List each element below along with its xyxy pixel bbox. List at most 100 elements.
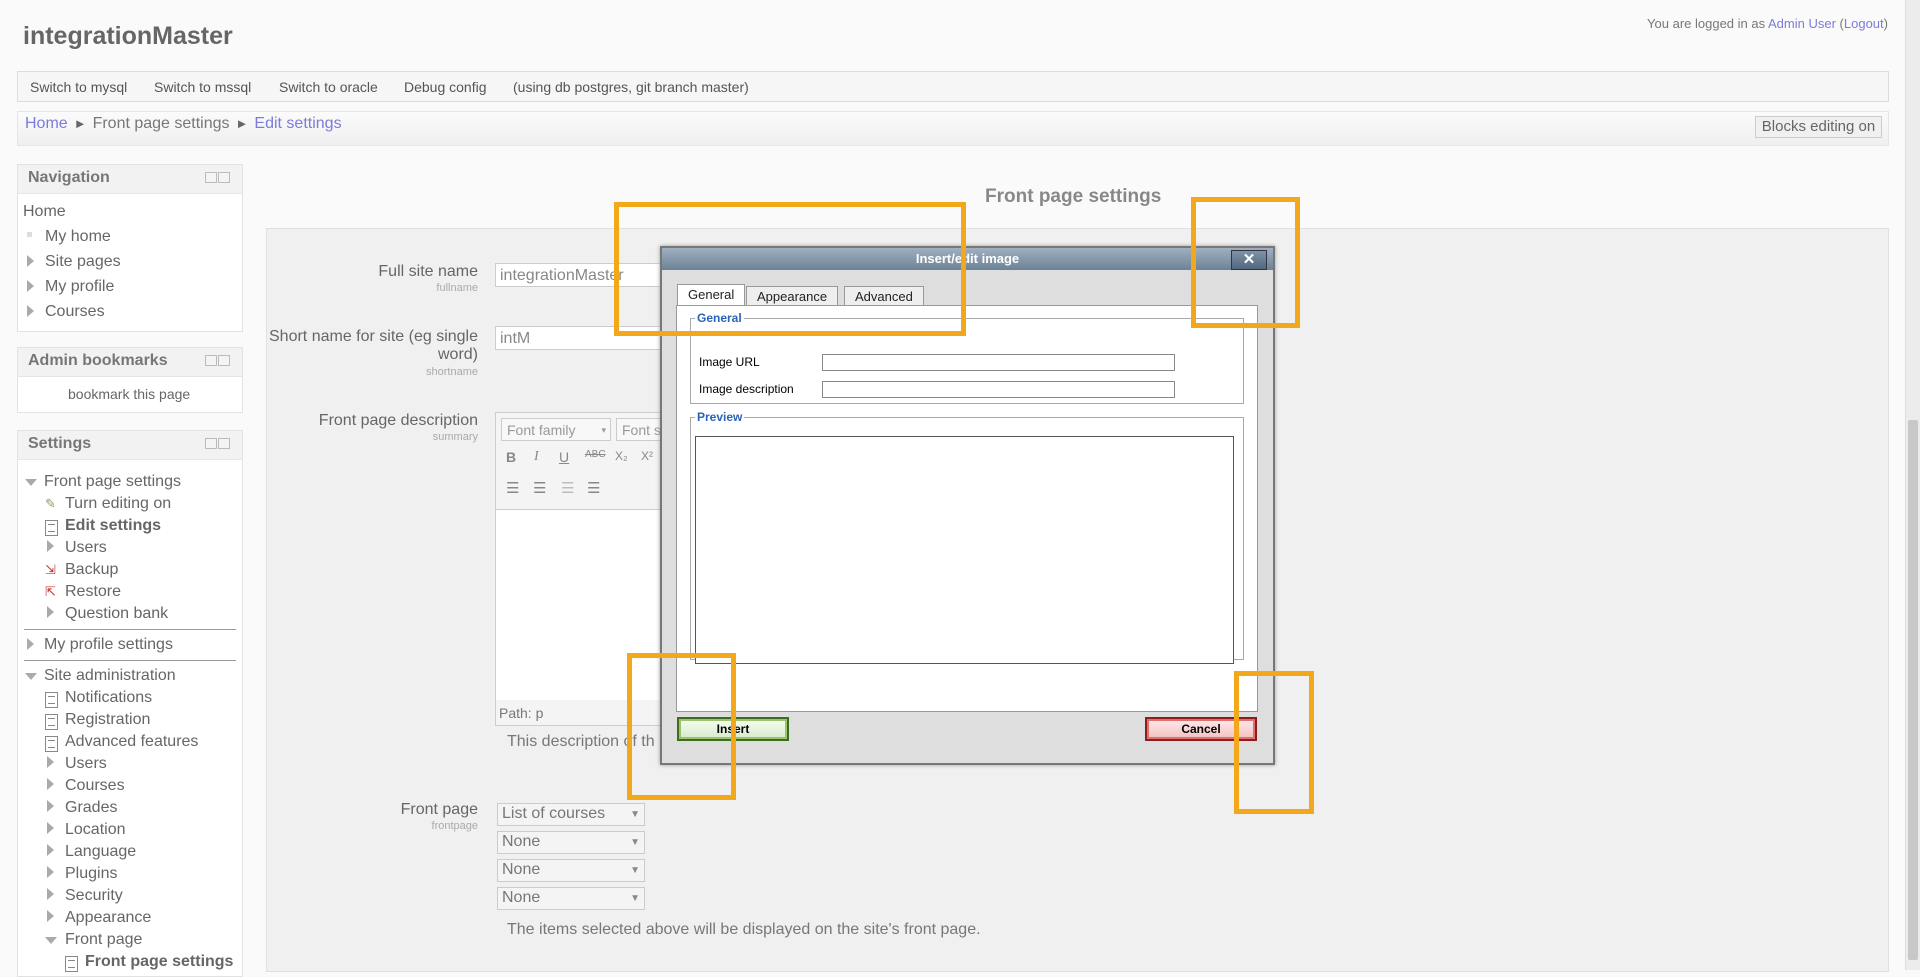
- image-url-label: Image URL: [699, 355, 760, 369]
- expand-icon[interactable]: [47, 822, 54, 834]
- editor-path: Path: p: [499, 705, 544, 721]
- underline-icon[interactable]: U: [559, 449, 569, 465]
- backup-link[interactable]: Backup: [65, 561, 118, 579]
- nav-home-link[interactable]: Home: [23, 203, 66, 221]
- nav-site-pages[interactable]: Site pages: [45, 253, 121, 271]
- restore-link[interactable]: Restore: [65, 583, 121, 601]
- switch-oracle-link[interactable]: Switch to oracle: [279, 79, 378, 95]
- backup-icon: ⇲: [45, 562, 56, 577]
- expand-icon[interactable]: [47, 844, 54, 856]
- settings-front-page-settings[interactable]: Front page settings: [44, 473, 181, 491]
- settings-users[interactable]: Users: [65, 539, 107, 557]
- indent-icon[interactable]: ☰: [587, 479, 600, 497]
- nav-my-home-link[interactable]: My home: [45, 228, 111, 246]
- settings-doc-icon: [45, 714, 58, 730]
- admin-front-page[interactable]: Front page: [65, 931, 142, 949]
- frontpage-select-1[interactable]: List of courses ▼: [497, 803, 645, 826]
- breadcrumb-separator: ►: [235, 116, 249, 131]
- block-controls-icon[interactable]: [204, 170, 230, 183]
- image-description-input[interactable]: [822, 381, 1175, 398]
- page-scrollbar[interactable]: [1905, 0, 1920, 970]
- bullet-icon: [27, 232, 32, 237]
- admin-users[interactable]: Users: [65, 755, 107, 773]
- collapse-icon[interactable]: [25, 673, 37, 680]
- turn-editing-on-link[interactable]: Turn editing on: [65, 495, 171, 513]
- bold-icon[interactable]: B: [506, 449, 516, 465]
- breadcrumb-front-page-settings[interactable]: Front page settings: [93, 115, 230, 132]
- expand-icon[interactable]: [47, 910, 54, 922]
- expand-icon[interactable]: [47, 540, 54, 552]
- expand-icon[interactable]: [47, 888, 54, 900]
- logout-link[interactable]: Logout: [1844, 16, 1884, 31]
- edit-settings-link[interactable]: Edit settings: [65, 517, 161, 535]
- numbered-list-icon[interactable]: ☰: [533, 479, 546, 497]
- nav-my-profile[interactable]: My profile: [45, 278, 114, 296]
- breadcrumb: Home ► Front page settings ► Edit settings: [25, 115, 342, 133]
- font-family-select[interactable]: Font family ▾: [501, 418, 611, 441]
- site-administration[interactable]: Site administration: [44, 667, 176, 685]
- front-page-settings-link[interactable]: Front page settings: [85, 953, 233, 971]
- login-info: You are logged in as Admin User (Logout): [1647, 16, 1888, 31]
- expand-icon[interactable]: [27, 255, 34, 267]
- breadcrumb-home[interactable]: Home: [25, 115, 68, 132]
- expand-icon[interactable]: [27, 305, 34, 317]
- italic-icon[interactable]: I: [534, 449, 539, 465]
- notifications-link[interactable]: Notifications: [65, 689, 152, 707]
- admin-courses[interactable]: Courses: [65, 777, 125, 795]
- outdent-icon[interactable]: ☰: [561, 479, 574, 497]
- admin-security[interactable]: Security: [65, 887, 123, 905]
- expand-icon[interactable]: [47, 778, 54, 790]
- bullet-list-icon[interactable]: ☰: [506, 479, 519, 497]
- block-controls-icon[interactable]: [204, 436, 230, 449]
- breadcrumb-edit-settings[interactable]: Edit settings: [254, 115, 341, 132]
- site-title: integrationMaster: [23, 22, 233, 50]
- frontpage-select-4[interactable]: None ▼: [497, 887, 645, 910]
- custom-menu: Switch to mysql Switch to mssql Switch t…: [17, 71, 1889, 102]
- summary-label: Front page description: [318, 412, 478, 429]
- scrollbar-thumb[interactable]: [1908, 420, 1918, 960]
- expand-icon[interactable]: [47, 606, 54, 618]
- admin-plugins[interactable]: Plugins: [65, 865, 117, 883]
- switch-mssql-link[interactable]: Switch to mssql: [154, 79, 251, 95]
- block-controls-icon[interactable]: [204, 353, 230, 366]
- frontpage-select-2[interactable]: None ▼: [497, 831, 645, 854]
- expand-icon[interactable]: [47, 756, 54, 768]
- formatting-toolbar: B I U ABC X₂ X²: [501, 449, 671, 471]
- list-toolbar: ☰ ☰ ☰ ☰: [501, 479, 671, 501]
- admin-location[interactable]: Location: [65, 821, 126, 839]
- divider: [24, 660, 236, 661]
- page-heading: Front page settings: [985, 186, 1162, 207]
- bookmarks-block-title: Admin bookmarks: [28, 352, 168, 369]
- advanced-features-link[interactable]: Advanced features: [65, 733, 198, 751]
- frontpage-sublabel: frontpage: [431, 820, 478, 832]
- superscript-icon[interactable]: X²: [641, 449, 653, 463]
- admin-grades[interactable]: Grades: [65, 799, 117, 817]
- highlight-box-insert: [627, 653, 736, 800]
- settings-block: Settings Front page settings ✎ Turn edit…: [17, 430, 243, 977]
- debug-config-link[interactable]: Debug config: [404, 79, 487, 95]
- expand-icon[interactable]: [47, 800, 54, 812]
- image-url-input[interactable]: [822, 354, 1175, 371]
- blocks-editing-button[interactable]: Blocks editing on: [1755, 116, 1882, 138]
- expand-icon[interactable]: [27, 280, 34, 292]
- registration-link[interactable]: Registration: [65, 711, 150, 729]
- collapse-icon[interactable]: [45, 937, 57, 944]
- navbar: Home ► Front page settings ► Edit settings B…: [17, 111, 1889, 146]
- frontpage-label: Front page: [400, 801, 478, 818]
- user-profile-link[interactable]: Admin User: [1768, 16, 1836, 31]
- collapse-icon[interactable]: [25, 479, 37, 486]
- expand-icon[interactable]: [27, 638, 34, 650]
- admin-appearance[interactable]: Appearance: [65, 909, 151, 927]
- image-preview: [695, 436, 1234, 664]
- open-paren: (: [1835, 16, 1844, 31]
- my-profile-settings[interactable]: My profile settings: [44, 636, 173, 654]
- expand-icon[interactable]: [47, 866, 54, 878]
- subscript-icon[interactable]: X₂: [615, 449, 628, 463]
- nav-courses-link[interactable]: Courses: [45, 303, 105, 321]
- strikethrough-icon[interactable]: ABC: [585, 449, 606, 460]
- switch-mysql-link[interactable]: Switch to mysql: [30, 79, 127, 95]
- frontpage-select-3[interactable]: None ▼: [497, 859, 645, 882]
- bookmark-this-page-link[interactable]: bookmark this page: [68, 386, 190, 402]
- question-bank-link[interactable]: Question bank: [65, 605, 168, 623]
- admin-language[interactable]: Language: [65, 843, 136, 861]
